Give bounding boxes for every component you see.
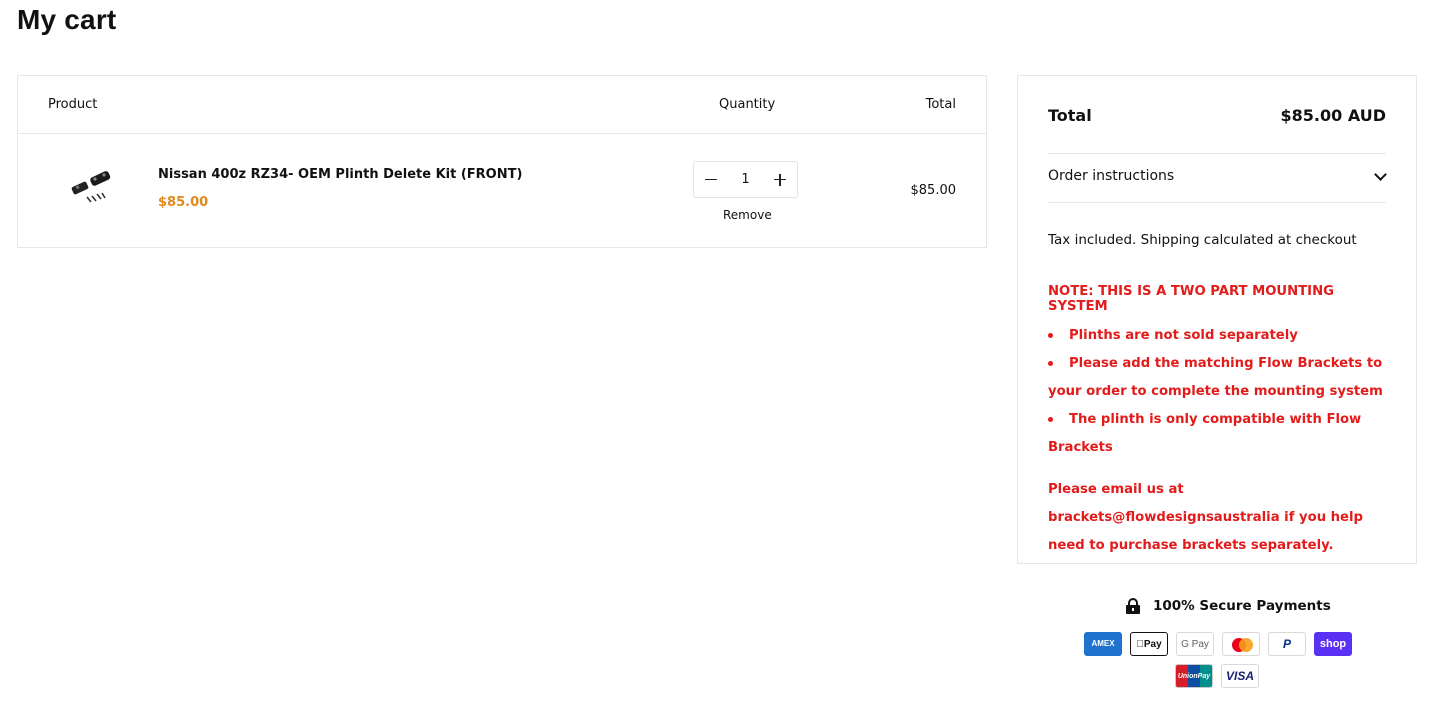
quantity-input[interactable]: 1: [741, 172, 749, 187]
apple-pay-icon: Pay: [1130, 632, 1168, 656]
cart-table-header: Product Quantity Total: [18, 76, 986, 134]
secure-payments: 100% Secure Payments: [1126, 598, 1331, 614]
minus-icon: [705, 178, 717, 180]
google-pay-icon: G Pay: [1176, 632, 1214, 656]
quantity-stepper: 1: [693, 161, 798, 198]
remove-item-link[interactable]: Remove: [723, 208, 772, 222]
line-total: $85.00: [910, 183, 957, 198]
divider: [1048, 153, 1386, 154]
email-note: Please email us at brackets@flowdesignsa…: [1048, 482, 1363, 553]
product-title-link[interactable]: Nissan 400z RZ34- OEM Plinth Delete Kit …: [158, 167, 522, 182]
increase-quantity-button[interactable]: [773, 173, 787, 187]
list-item: Please add the matching Flow Brackets to…: [1048, 356, 1383, 399]
product-column-header: Product: [48, 97, 98, 112]
payment-methods-row-2: UnionPay VISA: [1175, 664, 1259, 688]
summary-total-value: $85.00 AUD: [1280, 106, 1386, 125]
cart-summary: Total $85.00 AUD Order instructions Tax …: [1017, 75, 1417, 564]
cart-line-item: Nissan 400z RZ34- OEM Plinth Delete Kit …: [18, 134, 986, 247]
lock-icon: [1126, 598, 1140, 614]
product-unit-price: $85.00: [158, 195, 209, 210]
paypal-icon: P: [1268, 632, 1306, 656]
summary-total-row: Total $85.00 AUD: [1048, 106, 1386, 125]
payment-methods: AMEX Pay G Pay P shop: [1084, 632, 1352, 656]
page-title: My cart: [17, 4, 117, 35]
shop-pay-icon: shop: [1314, 632, 1352, 656]
chevron-down-icon: [1374, 170, 1386, 182]
summary-total-label: Total: [1048, 106, 1092, 125]
order-instructions-toggle[interactable]: Order instructions: [1048, 168, 1386, 184]
total-column-header: Total: [925, 97, 956, 112]
mounting-note-heading: NOTE: THIS IS A TWO PART MOUNTING SYSTEM: [1048, 284, 1334, 314]
cart-table: Product Quantity Total Nissan 400z RZ34-…: [17, 75, 987, 248]
plinth-kit-image: [71, 171, 111, 203]
decrease-quantity-button[interactable]: [704, 173, 718, 187]
divider: [1048, 202, 1386, 203]
unionpay-icon: UnionPay: [1175, 664, 1213, 688]
secure-payments-label: 100% Secure Payments: [1153, 598, 1331, 614]
visa-icon: VISA: [1221, 664, 1259, 688]
mastercard-icon: [1222, 632, 1260, 656]
mounting-note-list: Plinths are not sold separately Please a…: [1048, 322, 1388, 462]
list-item: Plinths are not sold separately: [1048, 322, 1388, 350]
amex-icon: AMEX: [1084, 632, 1122, 656]
quantity-column-header: Quantity: [719, 97, 776, 112]
product-thumbnail[interactable]: [62, 166, 118, 210]
list-item: The plinth is only compatible with Flow …: [1048, 412, 1362, 455]
tax-shipping-note: Tax included. Shipping calculated at che…: [1048, 232, 1357, 248]
order-instructions-label: Order instructions: [1048, 168, 1175, 184]
